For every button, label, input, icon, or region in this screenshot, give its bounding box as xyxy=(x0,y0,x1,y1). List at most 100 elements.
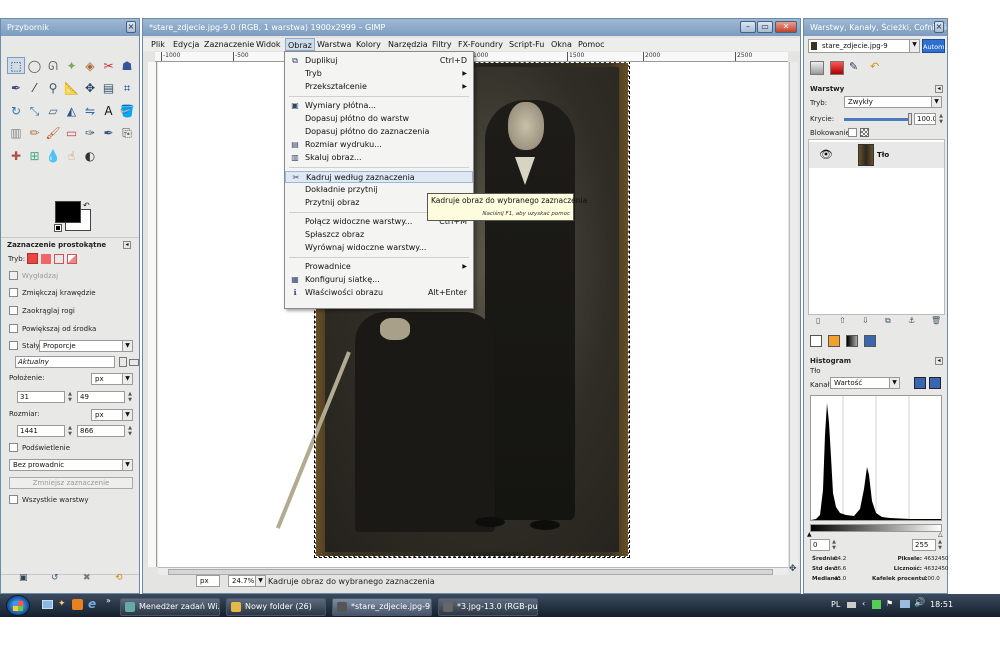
panel-menu-icon[interactable]: ◂ xyxy=(935,357,943,365)
menu-item-konfiguruj-siatke[interactable]: ▦ Konfiguruj siatkę... xyxy=(285,274,473,286)
navigate-icon[interactable]: ✥ xyxy=(789,564,797,574)
portrait-icon[interactable] xyxy=(119,357,127,367)
menu-zaznaczenie[interactable]: Zaznaczenie xyxy=(204,38,254,51)
menu-item-skaluj-obraz[interactable]: ▥ Skaluj obraz... xyxy=(285,152,473,164)
menu-fx-foundry[interactable]: FX-Foundry xyxy=(458,38,503,51)
layer-name[interactable]: Tło xyxy=(877,151,889,159)
clock[interactable]: 18:51 xyxy=(930,600,953,609)
mode-replace-button[interactable] xyxy=(27,253,38,264)
opacity-slider[interactable] xyxy=(844,118,910,121)
channels-tab-icon[interactable] xyxy=(830,61,844,75)
menu-item-w-as-ciwos-ci-obrazu[interactable]: ℹ Właściwości obrazu Alt+Enter xyxy=(285,287,473,299)
blend-tool-icon[interactable]: ▥ xyxy=(7,125,25,142)
horizontal-scrollbar[interactable] xyxy=(158,567,788,575)
menu-filtry[interactable]: Filtry xyxy=(432,38,452,51)
guides-combo[interactable]: Bez prowadnic ▼ xyxy=(9,459,133,471)
scale-tool-icon[interactable]: ⤡ xyxy=(26,102,44,119)
spin-arrows-icon[interactable]: ▲ ▼ xyxy=(127,391,133,403)
switch-windows-icon[interactable]: ✦ xyxy=(58,599,66,609)
undo-tab-icon[interactable]: ↶ xyxy=(870,61,884,75)
panel-menu-icon[interactable]: ◂ xyxy=(935,85,943,93)
pencil-tool-icon[interactable]: ✏ xyxy=(26,125,44,142)
menu-item-tryb[interactable]: Tryb ▶ xyxy=(285,68,473,80)
visibility-eye-icon[interactable]: 👁 xyxy=(819,148,833,161)
close-icon[interactable]: ✕ xyxy=(775,21,797,33)
tray-expand-icon[interactable]: ‹ xyxy=(862,599,865,608)
position-y-field[interactable]: 49 xyxy=(77,391,125,403)
spin-arrows-icon[interactable]: ▲ ▼ xyxy=(67,391,73,403)
range-max-marker-icon[interactable]: △ xyxy=(938,531,943,538)
menu-pomoc[interactable]: Pomoc xyxy=(578,38,605,51)
heal-tool-icon[interactable]: ✚ xyxy=(7,147,25,164)
delete-layer-icon[interactable]: 🗑 xyxy=(931,316,941,325)
spin-arrows-icon[interactable]: ▲ ▼ xyxy=(831,539,837,551)
clone-tool-icon[interactable]: ⎘ xyxy=(118,125,136,142)
fixed-checkbox[interactable] xyxy=(9,341,18,350)
menu-narz-dzia[interactable]: Narzędzia xyxy=(388,38,428,51)
lower-layer-icon[interactable]: ⇩ xyxy=(862,316,869,325)
size-unit-combo[interactable]: px ▼ xyxy=(91,409,133,421)
mode-subtract-button[interactable] xyxy=(54,254,64,264)
color-picker-tool-icon[interactable]: ⁄ xyxy=(26,80,44,97)
highlight-checkbox[interactable] xyxy=(9,443,18,452)
foreground-color-swatch[interactable] xyxy=(55,201,81,223)
free-select-tool-icon[interactable]: ᘏ xyxy=(44,57,62,74)
auto-button[interactable]: Autom. xyxy=(922,39,947,53)
restore-options-icon[interactable]: ↺ xyxy=(51,573,59,583)
menu-item-kadruj-wed-ug-zaznaczenia[interactable]: ✂ Kadruj według zaznaczenia xyxy=(285,171,473,183)
menu-obraz[interactable]: Obraz xyxy=(285,38,315,51)
size-height-field[interactable]: 866 xyxy=(77,425,125,437)
range-min-field[interactable]: 0 xyxy=(810,539,830,551)
dodge-tool-icon[interactable]: ◐ xyxy=(81,147,99,164)
ink-tool-icon[interactable]: ✒ xyxy=(100,125,118,142)
color-select-tool-icon[interactable]: ◈ xyxy=(81,57,99,74)
fixed-combo[interactable]: Proporcje ▼ xyxy=(39,340,133,352)
airbrush-tool-icon[interactable]: ✑ xyxy=(81,125,99,142)
language-indicator[interactable]: PL xyxy=(831,600,840,609)
menu-item-prowadnice[interactable]: Prowadnice ▶ xyxy=(285,261,473,273)
taskbar-button[interactable]: *3.jpg-13.0 (RGB-pu... xyxy=(438,598,538,616)
size-width-field[interactable]: 1441 xyxy=(17,425,65,437)
bucket-fill-tool-icon[interactable]: 🪣 xyxy=(118,102,136,119)
range-max-field[interactable]: 255 xyxy=(912,539,936,551)
all-layers-checkbox[interactable] xyxy=(9,495,18,504)
menu-widok[interactable]: Widok xyxy=(256,38,281,51)
smudge-tool-icon[interactable]: ☝ xyxy=(63,147,81,164)
spin-arrows-icon[interactable]: ▲ ▼ xyxy=(938,113,944,125)
layers-tab-icon[interactable] xyxy=(810,61,824,75)
position-x-field[interactable]: 31 xyxy=(17,391,65,403)
log-histogram-icon[interactable] xyxy=(929,377,941,389)
menu-item-sp-aszcz-obraz[interactable]: Spłaszcz obraz xyxy=(285,229,473,241)
media-player-icon[interactable] xyxy=(72,599,83,610)
menu-item-wymiary-p-o-tna[interactable]: ▣ Wymiary płótna... xyxy=(285,100,473,112)
network-icon[interactable] xyxy=(872,600,881,609)
aspect-current-field[interactable]: Aktualny xyxy=(15,356,115,368)
paths-tool-icon[interactable]: ✒ xyxy=(7,80,25,97)
menu-item-rozmiar-wydruku[interactable]: ▤ Rozmiar wydruku... xyxy=(285,139,473,151)
keyboard-icon[interactable] xyxy=(847,602,856,608)
histogram-chart[interactable] xyxy=(810,395,942,521)
swap-colors-icon[interactable]: ↶ xyxy=(83,201,90,210)
position-unit-combo[interactable]: px ▼ xyxy=(91,373,133,385)
menu-warstwa[interactable]: Warstwa xyxy=(317,38,351,51)
lock-alpha-icon[interactable] xyxy=(860,128,869,137)
blur-tool-icon[interactable]: 💧 xyxy=(44,147,62,164)
more-quicklaunch-icon[interactable]: » xyxy=(106,596,111,605)
crop-tool-icon[interactable]: ⌗ xyxy=(118,80,136,97)
raise-layer-icon[interactable]: ⇧ xyxy=(839,316,846,325)
gradient-tab-icon[interactable] xyxy=(846,335,858,347)
close-icon[interactable]: × xyxy=(934,21,944,33)
taskbar-button[interactable]: *stare_zdjecie.jpg-9.... xyxy=(332,598,432,616)
mode-add-button[interactable] xyxy=(41,254,51,264)
taskbar-button[interactable]: Menedżer zadań Wi... xyxy=(120,598,220,616)
linear-histogram-icon[interactable] xyxy=(914,377,926,389)
opacity-field[interactable]: 100.0 xyxy=(914,113,936,125)
menu-script-fu[interactable]: Script-Fu xyxy=(509,38,544,51)
paths-tab-icon[interactable]: ✎ xyxy=(849,61,865,75)
monitor-icon[interactable] xyxy=(900,600,910,608)
histogram-tab-icon[interactable] xyxy=(810,335,822,347)
perspective-clone-tool-icon[interactable]: ⊞ xyxy=(26,147,44,164)
menu-plik[interactable]: Plik xyxy=(151,38,165,51)
zoom-combo[interactable]: 24.7% ▼ xyxy=(228,575,266,587)
vertical-scrollbar[interactable] xyxy=(789,62,798,567)
